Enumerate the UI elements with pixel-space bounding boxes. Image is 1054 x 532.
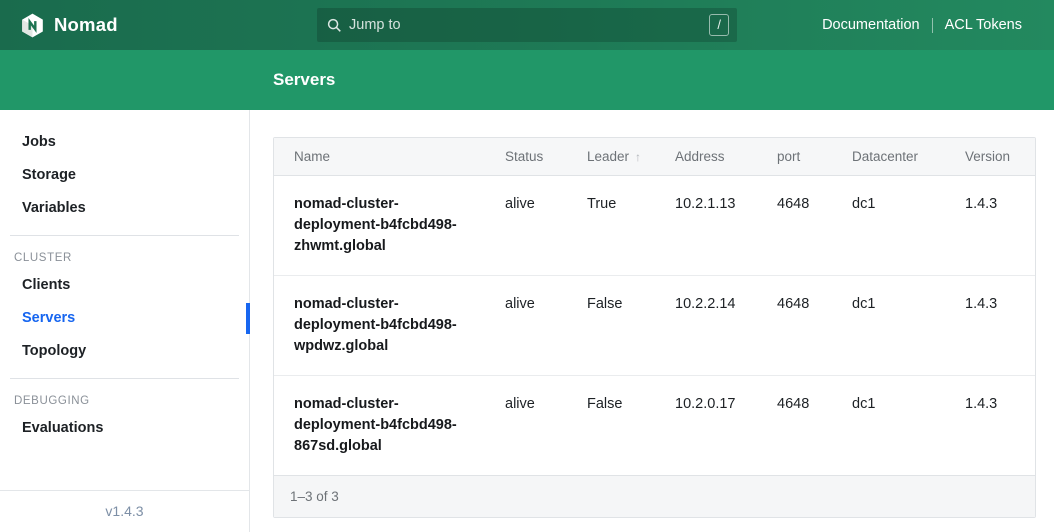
search-icon <box>327 18 342 33</box>
cell-leader: False <box>567 276 655 376</box>
sort-ascending-icon: ↑ <box>635 150 641 164</box>
top-navbar: Nomad / Documentation ACL Tokens <box>0 0 1054 50</box>
sidebar-item-evaluations[interactable]: Evaluations <box>0 412 249 445</box>
cell-server-name: nomad-cluster-deployment-b4fcbd498-zhwmt… <box>274 176 485 276</box>
column-header-address[interactable]: Address <box>655 138 757 176</box>
cell-port: 4648 <box>757 276 832 376</box>
column-header-leader[interactable]: Leader ↑ <box>567 138 655 176</box>
main-content: Name Status Leader ↑ Address port Datacen… <box>250 110 1054 532</box>
cell-datacenter: dc1 <box>832 276 945 376</box>
page-header: Servers <box>0 50 1054 110</box>
sidebar-section-label-cluster: CLUSTER <box>0 246 249 269</box>
page-title: Servers <box>273 70 335 90</box>
shortcut-key-badge: / <box>709 14 729 36</box>
search-input[interactable] <box>349 17 709 33</box>
sidebar-item-servers[interactable]: Servers <box>0 302 249 335</box>
cell-version: 1.4.3 <box>945 276 1035 376</box>
nomad-brand-link[interactable]: Nomad <box>20 13 118 38</box>
column-header-status[interactable]: Status <box>485 138 567 176</box>
sidebar-section-label-debugging: DEBUGGING <box>0 389 249 412</box>
sidebar: Jobs Storage Variables CLUSTER Clients S… <box>0 110 250 532</box>
cell-address: 10.2.1.13 <box>655 176 757 276</box>
cell-status: alive <box>485 276 567 376</box>
column-header-name[interactable]: Name <box>274 138 485 176</box>
cell-status: alive <box>485 376 567 476</box>
cell-server-name: nomad-cluster-deployment-b4fcbd498-867sd… <box>274 376 485 476</box>
sidebar-item-clients[interactable]: Clients <box>0 269 249 302</box>
sidebar-divider <box>10 378 239 379</box>
active-indicator-bar <box>246 303 250 334</box>
table-row[interactable]: nomad-cluster-deployment-b4fcbd498-zhwmt… <box>274 176 1035 276</box>
cell-address: 10.2.2.14 <box>655 276 757 376</box>
sidebar-item-jobs[interactable]: Jobs <box>0 126 249 159</box>
jump-to-search[interactable]: / <box>317 8 737 42</box>
cell-datacenter: dc1 <box>832 176 945 276</box>
column-header-label: Leader <box>587 149 629 164</box>
cell-port: 4648 <box>757 376 832 476</box>
pagination-summary: 1–3 of 3 <box>274 475 1035 517</box>
table-row[interactable]: nomad-cluster-deployment-b4fcbd498-wpdwz… <box>274 276 1035 376</box>
sidebar-item-label: Servers <box>22 310 75 326</box>
brand-name: Nomad <box>54 14 118 36</box>
sidebar-item-storage[interactable]: Storage <box>0 159 249 192</box>
nav-link-acl-tokens[interactable]: ACL Tokens <box>933 17 1034 33</box>
sidebar-divider <box>10 235 239 236</box>
sidebar-version: v1.4.3 <box>0 490 249 532</box>
table-row[interactable]: nomad-cluster-deployment-b4fcbd498-867sd… <box>274 376 1035 476</box>
column-header-port[interactable]: port <box>757 138 832 176</box>
column-header-version[interactable]: Version <box>945 138 1035 176</box>
cell-address: 10.2.0.17 <box>655 376 757 476</box>
cell-status: alive <box>485 176 567 276</box>
table-header-row: Name Status Leader ↑ Address port Datacen… <box>274 138 1035 176</box>
cell-version: 1.4.3 <box>945 376 1035 476</box>
cell-leader: True <box>567 176 655 276</box>
nav-link-documentation[interactable]: Documentation <box>810 17 932 33</box>
nomad-logo-icon <box>20 13 45 38</box>
servers-table: Name Status Leader ↑ Address port Datacen… <box>273 137 1036 518</box>
cell-datacenter: dc1 <box>832 376 945 476</box>
cell-port: 4648 <box>757 176 832 276</box>
cell-server-name: nomad-cluster-deployment-b4fcbd498-wpdwz… <box>274 276 485 376</box>
cell-version: 1.4.3 <box>945 176 1035 276</box>
column-header-datacenter[interactable]: Datacenter <box>832 138 945 176</box>
sidebar-item-variables[interactable]: Variables <box>0 192 249 225</box>
cell-leader: False <box>567 376 655 476</box>
sidebar-item-topology[interactable]: Topology <box>0 335 249 368</box>
